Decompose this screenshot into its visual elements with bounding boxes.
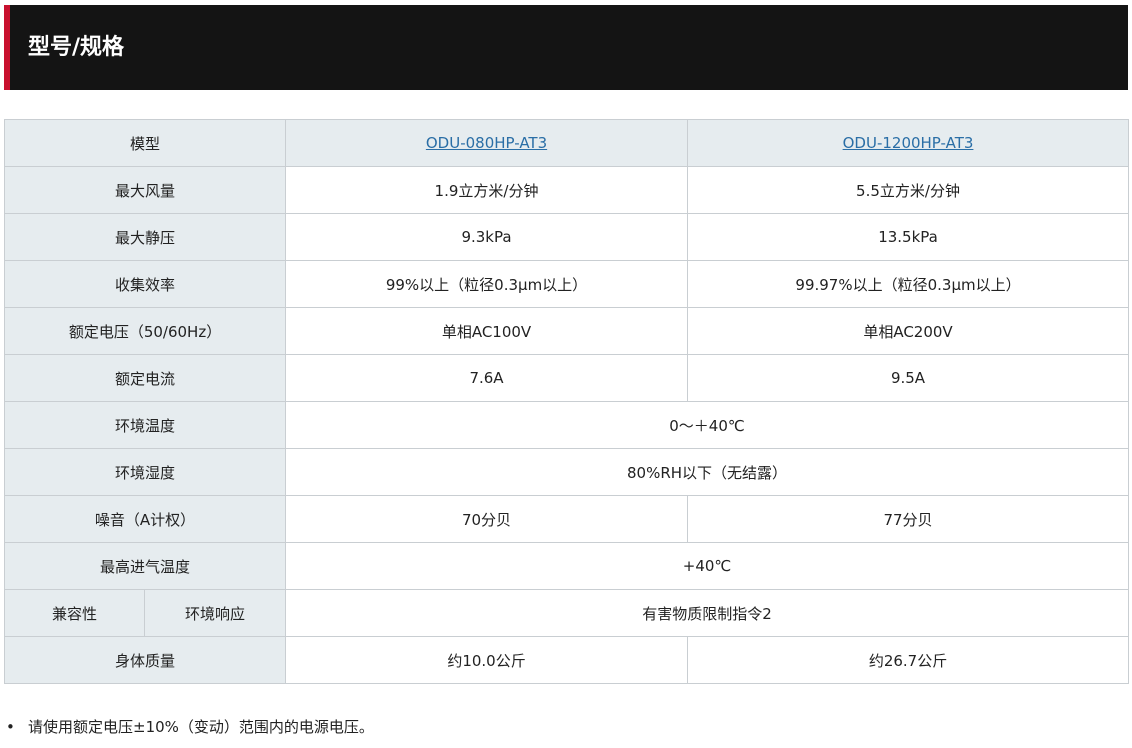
cell-value: 1.9立方米/分钟 (285, 166, 689, 214)
table-row: 兼容性 环境响应 有害物质限制指令2 (4, 589, 1130, 637)
table-row: 额定电压（50/60Hz） 单相AC100V 单相AC200V (3, 307, 1130, 355)
row-label: 最高进气温度 (3, 542, 287, 590)
model-link-2[interactable]: ODU-1200HP-AT3 (843, 134, 974, 152)
page-title: 型号/规格 (28, 35, 125, 60)
bullet-icon: • (6, 718, 15, 736)
cell-value: 70分贝 (285, 495, 689, 543)
table-row: 最大风量 1.9立方米/分钟 5.5立方米/分钟 (3, 166, 1130, 214)
row-label: 最大风量 (3, 166, 287, 214)
cell-value: 约26.7公斤 (687, 636, 1130, 684)
cell-value: 7.6A (285, 354, 689, 402)
model-link-1[interactable]: ODU-080HP-AT3 (426, 134, 547, 152)
cell-value: 有害物质限制指令2 (285, 589, 1130, 637)
row-label: 额定电压（50/60Hz） (3, 307, 287, 355)
cell-value: 0～＋40℃ (285, 401, 1130, 449)
cell-value: 80%RH以下（无结露） (285, 448, 1130, 496)
cell-value: 99.97%以上（粒径0.3μm以上） (687, 260, 1130, 308)
spec-table: 模型 ODU-080HP-AT3 ODU-1200HP-AT3 最大风量 1.9… (3, 119, 1130, 684)
row-label: 身体质量 (3, 636, 287, 684)
table-row: 环境温度 0～＋40℃ (3, 401, 1130, 449)
row-label: 噪音（A计权） (3, 495, 287, 543)
row-label: 额定电流 (3, 354, 287, 402)
row-label: 兼容性 (4, 589, 145, 637)
table-row: 环境湿度 80%RH以下（无结露） (3, 448, 1130, 496)
note-item: • 请使用额定电压±10%（变动）范围内的电源电压。 (6, 716, 374, 737)
model-cell-2: ODU-1200HP-AT3 (687, 119, 1130, 167)
row-label: 环境湿度 (3, 448, 287, 496)
cell-value: 9.5A (687, 354, 1130, 402)
cell-value: 单相AC100V (285, 307, 689, 355)
model-cell-1: ODU-080HP-AT3 (285, 119, 689, 167)
row-label: 环境温度 (3, 401, 287, 449)
cell-value: 5.5立方米/分钟 (687, 166, 1130, 214)
table-row: 额定电流 7.6A 9.5A (3, 354, 1130, 402)
table-header-row: 模型 ODU-080HP-AT3 ODU-1200HP-AT3 (3, 119, 1130, 167)
table-row: 最高进气温度 +40℃ (3, 542, 1130, 590)
cell-value: 约10.0公斤 (285, 636, 689, 684)
section-header: 型号/规格 (4, 5, 1128, 90)
note-text: 请使用额定电压±10%（变动）范围内的电源电压。 (28, 718, 374, 736)
header-label: 模型 (3, 119, 287, 167)
cell-value: 77分贝 (687, 495, 1130, 543)
row-label: 收集效率 (3, 260, 287, 308)
row-label: 最大静压 (3, 213, 287, 261)
cell-value: 13.5kPa (687, 213, 1130, 261)
cell-value: 99%以上（粒径0.3μm以上） (285, 260, 689, 308)
header-accent-bar (4, 5, 10, 90)
table-row: 身体质量 约10.0公斤 约26.7公斤 (3, 636, 1130, 684)
cell-value: +40℃ (285, 542, 1130, 590)
row-sublabel: 环境响应 (143, 589, 287, 637)
table-row: 收集效率 99%以上（粒径0.3μm以上） 99.97%以上（粒径0.3μm以上… (3, 260, 1130, 308)
table-row: 最大静压 9.3kPa 13.5kPa (3, 213, 1130, 261)
cell-value: 单相AC200V (687, 307, 1130, 355)
cell-value: 9.3kPa (285, 213, 689, 261)
table-row: 噪音（A计权） 70分贝 77分贝 (3, 495, 1130, 543)
